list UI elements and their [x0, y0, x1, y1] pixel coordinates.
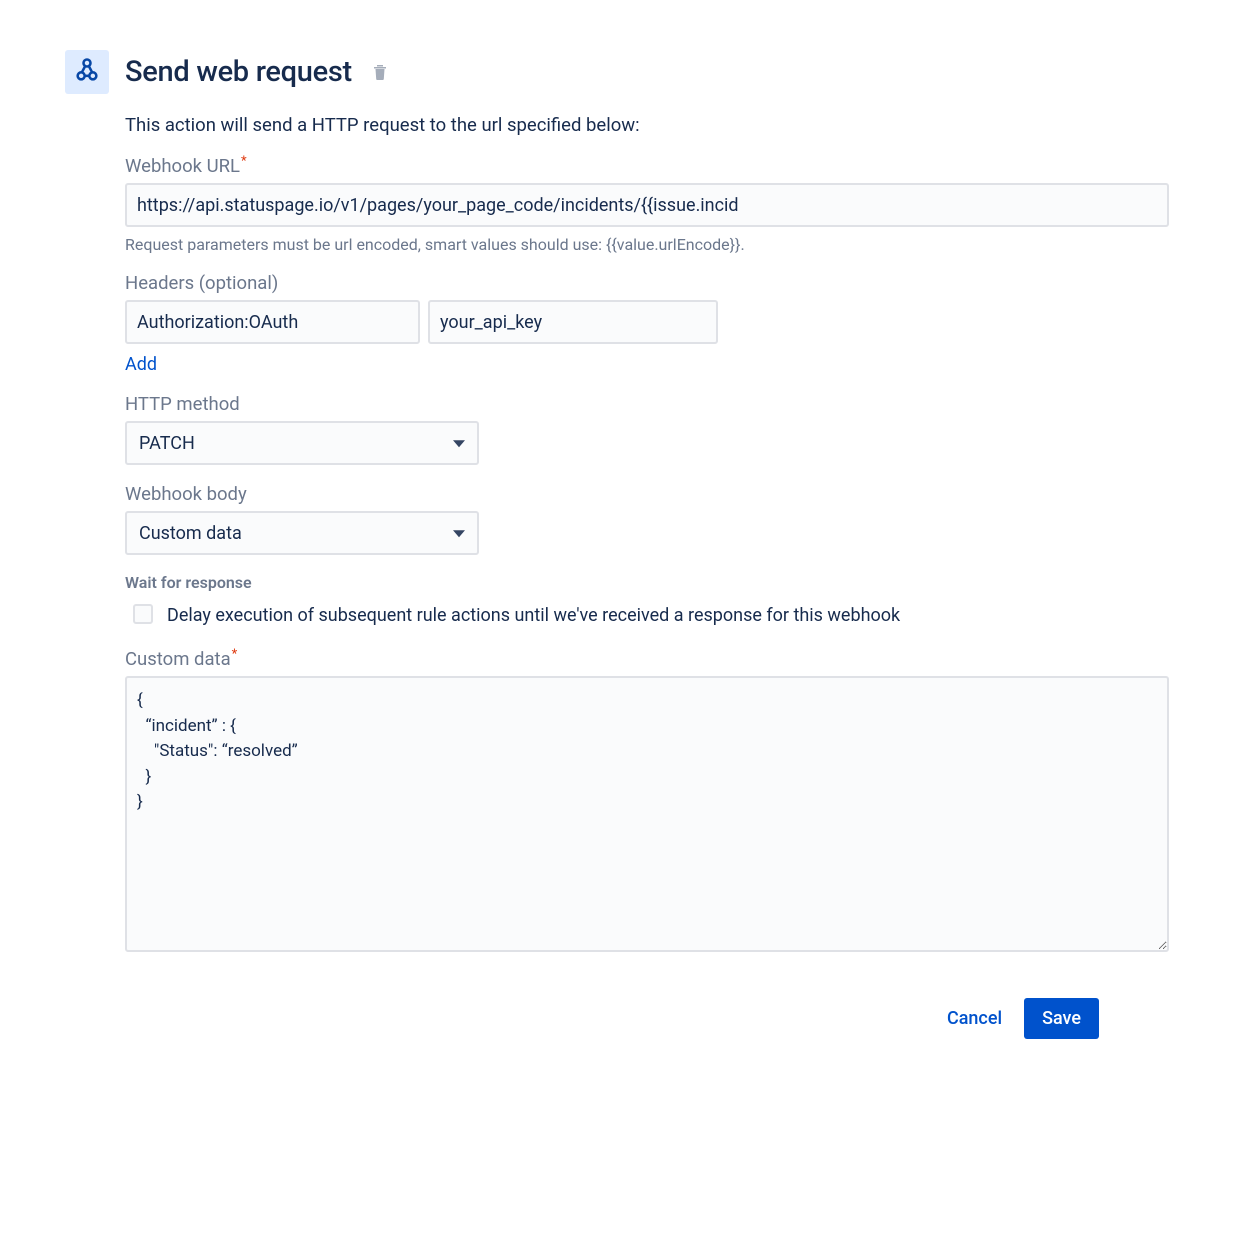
delete-icon[interactable]: [372, 63, 388, 81]
header-value-input[interactable]: [428, 300, 718, 344]
http-method-field-group: HTTP method PATCH: [125, 393, 1169, 465]
page-title: Send web request: [125, 55, 352, 89]
form-content: This action will send a HTTP request to …: [125, 114, 1169, 956]
webhook-body-label: Webhook body: [125, 483, 1169, 505]
custom-data-field-group: Custom data* { “incident” : { "Status": …: [125, 647, 1169, 956]
wait-for-response-group: Wait for response Delay execution of sub…: [125, 573, 1169, 629]
save-button[interactable]: Save: [1024, 998, 1099, 1039]
delay-execution-label: Delay execution of subsequent rule actio…: [167, 602, 900, 629]
webhook-url-input[interactable]: [125, 183, 1169, 227]
cancel-button[interactable]: Cancel: [943, 1000, 1006, 1037]
action-description: This action will send a HTTP request to …: [125, 114, 1169, 136]
webhook-icon: [73, 56, 101, 88]
header-key-input[interactable]: [125, 300, 420, 344]
header: Send web request: [65, 50, 1169, 94]
footer-actions: Cancel Save: [65, 998, 1169, 1039]
webhook-url-help: Request parameters must be url encoded, …: [125, 235, 1169, 254]
webhook-icon-box: [65, 50, 109, 94]
delay-execution-checkbox[interactable]: [133, 604, 153, 624]
http-method-select[interactable]: PATCH: [125, 421, 479, 465]
add-header-link[interactable]: Add: [125, 354, 157, 375]
headers-field-group: Headers (optional) Add: [125, 272, 1169, 375]
custom-data-label: Custom data*: [125, 647, 1169, 670]
webhook-url-label: Webhook URL*: [125, 154, 1169, 177]
webhook-body-select[interactable]: Custom data: [125, 511, 479, 555]
headers-label: Headers (optional): [125, 272, 1169, 294]
wait-for-response-label: Wait for response: [125, 573, 1169, 592]
webhook-url-field-group: Webhook URL* Request parameters must be …: [125, 154, 1169, 254]
webhook-body-field-group: Webhook body Custom data: [125, 483, 1169, 555]
custom-data-textarea[interactable]: { “incident” : { "Status": “resolved” } …: [125, 676, 1169, 952]
http-method-label: HTTP method: [125, 393, 1169, 415]
